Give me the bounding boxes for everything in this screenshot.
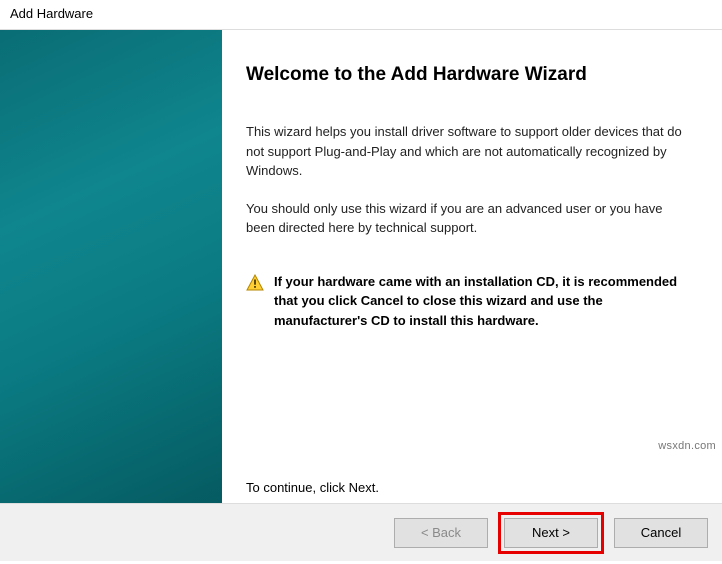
wizard-body: Welcome to the Add Hardware Wizard This … [0,30,722,503]
warning-icon [246,272,274,331]
wizard-footer: < Back Next > Cancel [0,503,722,561]
wizard-heading: Welcome to the Add Hardware Wizard [246,64,694,86]
wizard-advanced-paragraph: You should only use this wizard if you a… [246,199,694,238]
next-button-highlight: Next > [498,512,604,554]
wizard-content: Welcome to the Add Hardware Wizard This … [222,30,722,503]
wizard-intro-paragraph: This wizard helps you install driver sof… [246,122,694,181]
back-button[interactable]: < Back [394,518,488,548]
watermark: wsxdn.com [658,440,716,452]
warning-block: If your hardware came with an installati… [246,272,694,331]
wizard-side-graphic [0,30,222,503]
next-button[interactable]: Next > [504,518,598,548]
titlebar: Add Hardware [0,0,722,30]
warning-text: If your hardware came with an installati… [274,272,688,331]
continue-hint: To continue, click Next. [246,480,379,495]
cancel-button[interactable]: Cancel [614,518,708,548]
window-title: Add Hardware [10,6,93,21]
